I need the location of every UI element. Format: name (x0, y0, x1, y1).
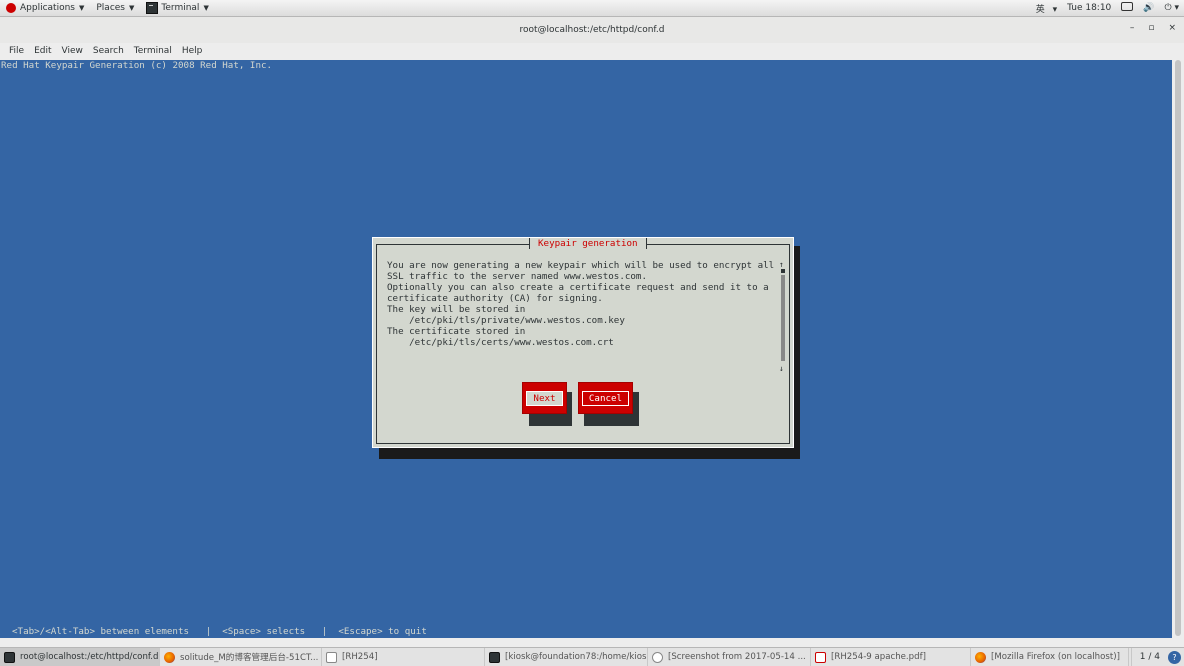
dialog-line: /etc/pki/tls/certs/www.westos.com.crt (387, 337, 614, 348)
help-icon[interactable]: ? (1168, 650, 1181, 664)
menu-help[interactable]: Help (177, 46, 208, 56)
scrollbar-thumb[interactable] (1175, 60, 1181, 636)
cancel-button-label: Cancel (581, 390, 630, 406)
places-label: Places (96, 3, 125, 13)
maximize-button[interactable]: ▫ (1148, 23, 1154, 33)
task-label: solitude_M的博客管理后台-51CT... (180, 653, 319, 663)
dialog-line: Optionally you can also create a certifi… (387, 282, 769, 293)
power-icon[interactable]: ⏻ ▾ (1160, 3, 1184, 13)
terminal-icon (146, 2, 159, 14)
pdf-icon (815, 651, 826, 663)
task-rh254[interactable]: [RH254] (322, 647, 485, 666)
dialog-line: certificate authority (CA) for signing. (387, 293, 603, 304)
firefox-icon (975, 651, 986, 663)
dialog-frame: Keypair generation You are now generatin… (376, 238, 790, 444)
places-menu[interactable]: Places ▼ (90, 0, 140, 17)
volume-icon[interactable]: 🔊 (1138, 3, 1159, 13)
task-pdf[interactable]: [RH254-9 apache.pdf] (811, 647, 971, 666)
task-label: root@localhost:/etc/httpd/conf.d (20, 652, 159, 662)
task-firefox-localhost[interactable]: [Mozilla Firefox (on localhost)] (971, 647, 1129, 666)
cancel-button[interactable]: Cancel (578, 382, 633, 414)
window-titlebar[interactable]: root@localhost:/etc/httpd/conf.d – ▫ × (0, 17, 1184, 43)
dialog-line: The key will be stored in (387, 304, 526, 315)
terminal-app-menu[interactable]: Terminal ▼ (140, 0, 214, 17)
image-viewer-icon (652, 651, 663, 663)
dialog-title: Keypair generation (529, 238, 647, 249)
dialog-scrollbar[interactable]: ↑ ↓ (779, 261, 785, 373)
next-button[interactable]: Next (522, 382, 567, 414)
keypair-dialog: Keypair generation You are now generatin… (372, 237, 794, 448)
terminal-icon (4, 651, 15, 663)
task-label: [Screenshot from 2017-05-14 ... (668, 652, 806, 662)
menu-search[interactable]: Search (88, 46, 129, 56)
chevron-down-icon: ▼ (203, 4, 209, 12)
menu-file[interactable]: File (4, 46, 29, 56)
dialog-line: /etc/pki/tls/private/www.westos.com.key (387, 315, 625, 326)
terminal-app-label: Terminal (161, 3, 200, 13)
scroll-knob[interactable] (781, 269, 785, 273)
task-kiosk-terminal[interactable]: [kiosk@foundation78:/home/kios... (485, 647, 648, 666)
dialog-line: SSL traffic to the server named www.west… (387, 271, 647, 282)
top-panel: Applications ▼ Places ▼ Terminal ▼ 英 ▾ T… (0, 0, 1184, 17)
arrow-down-icon[interactable]: ↓ (779, 365, 784, 373)
clock[interactable]: Tue 18:10 (1062, 3, 1116, 13)
terminal-scrollbar[interactable] (1172, 60, 1184, 638)
redhat-logo-icon (6, 3, 16, 13)
terminal-screen[interactable]: Red Hat Keypair Generation (c) 2008 Red … (0, 60, 1172, 638)
firefox-icon (164, 651, 175, 663)
applications-label: Applications (20, 3, 75, 13)
next-button-label: Next (526, 390, 563, 406)
input-method-indicator[interactable]: 英 ▾ (1026, 2, 1062, 15)
menu-terminal[interactable]: Terminal (129, 46, 177, 56)
window-icon[interactable] (1116, 2, 1138, 14)
status-area: 英 ▾ Tue 18:10 🔊 ⏻ ▾ (1026, 0, 1184, 17)
scroll-track[interactable] (781, 275, 785, 361)
terminal-footer-hint: <Tab>/<Alt-Tab> between elements | <Spac… (12, 626, 427, 637)
terminal-header-text: Red Hat Keypair Generation (c) 2008 Red … (1, 60, 273, 71)
menu-view[interactable]: View (57, 46, 88, 56)
workspace-pager[interactable]: 1 / 4 (1130, 647, 1168, 666)
task-label: [RH254] (342, 652, 378, 662)
menu-edit[interactable]: Edit (29, 46, 56, 56)
task-label: [RH254-9 apache.pdf] (831, 652, 926, 662)
dialog-line: You are now generating a new keypair whi… (387, 260, 775, 271)
dialog-line: The certificate stored in (387, 326, 526, 337)
chevron-down-icon: ▼ (78, 4, 85, 12)
menubar: File Edit View Search Terminal Help (0, 43, 1184, 59)
task-firefox-blog[interactable]: solitude_M的博客管理后台-51CT... (160, 647, 322, 666)
window-list: root@localhost:/etc/httpd/conf.d solitud… (0, 647, 1184, 666)
task-terminal[interactable]: root@localhost:/etc/httpd/conf.d (0, 647, 160, 666)
terminal-icon (489, 651, 500, 663)
dialog-message: You are now generating a new keypair whi… (387, 260, 774, 348)
task-screenshot[interactable]: [Screenshot from 2017-05-14 ... (648, 647, 811, 666)
minimize-button[interactable]: – (1130, 23, 1135, 33)
chevron-down-icon: ▼ (129, 4, 135, 12)
task-label: [kiosk@foundation78:/home/kios... (505, 652, 648, 662)
applications-menu[interactable]: Applications ▼ (0, 0, 90, 17)
task-label: [Mozilla Firefox (on localhost)] (991, 652, 1120, 662)
close-button[interactable]: × (1168, 23, 1176, 33)
arrow-up-icon[interactable]: ↑ (779, 261, 784, 269)
document-icon (326, 651, 337, 663)
window-title: root@localhost:/etc/httpd/conf.d (519, 25, 665, 35)
